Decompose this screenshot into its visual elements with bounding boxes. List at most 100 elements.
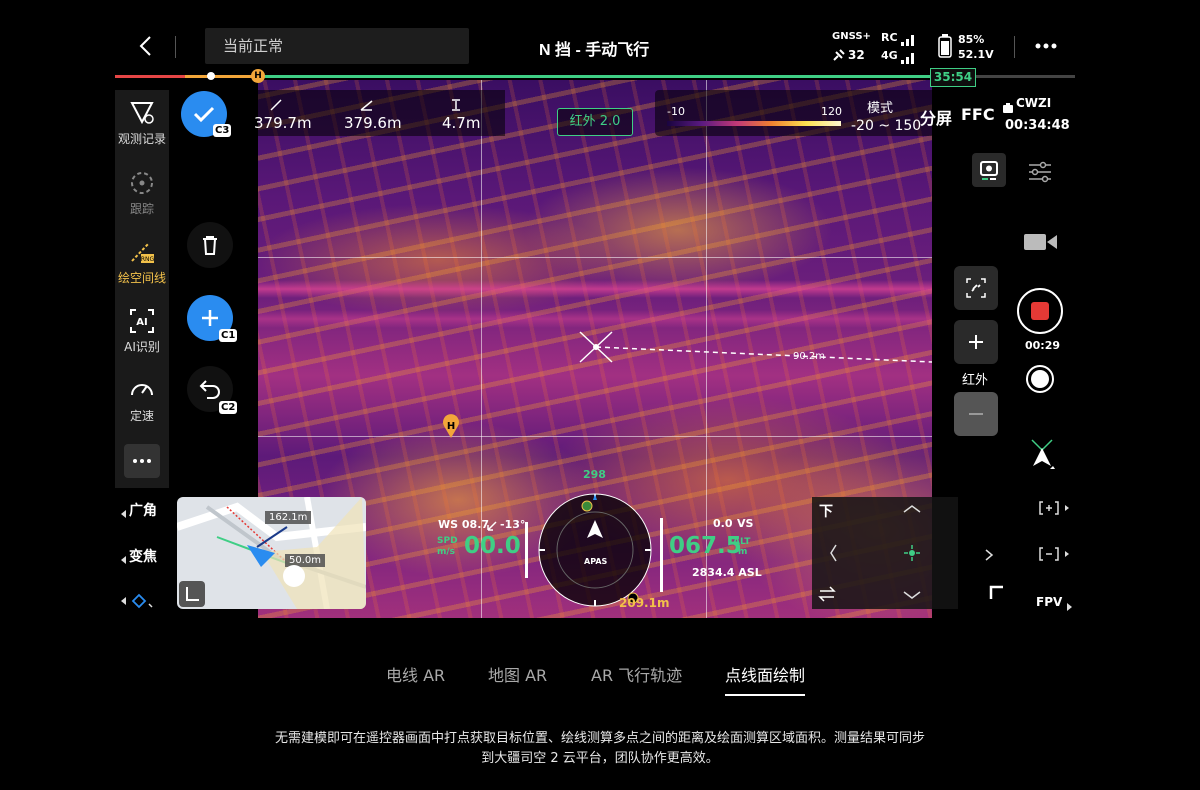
tool-label: 跟踪 <box>129 202 154 216</box>
palette-min: -10 <box>667 105 685 118</box>
record-stop-icon <box>1031 302 1049 320</box>
shortcut-chip-c3: C3 <box>213 124 232 137</box>
map-expand-button[interactable] <box>179 581 205 607</box>
tool-label: AI识别 <box>124 340 160 354</box>
horizontal-speed: 00.0 <box>464 533 521 559</box>
speed-label: SPD <box>437 536 458 546</box>
cwzi-label: CWZI <box>1016 96 1052 110</box>
more-menu-icon[interactable] <box>1035 38 1057 54</box>
grid-toggle-icon[interactable] <box>1038 498 1072 518</box>
wind-speed: WS 08.7 <box>438 518 490 531</box>
tracking-icon <box>131 172 153 194</box>
altitude-value: 067.5 <box>669 533 742 559</box>
video-mode-icon[interactable] <box>1023 231 1059 253</box>
temperature-range[interactable]: -20 ~ 150 <box>851 118 921 134</box>
capture-mode-icon <box>980 161 998 180</box>
lens-zoom-button[interactable]: 变焦 <box>129 546 157 566</box>
slant-distance-icon <box>360 96 374 111</box>
altitude-asl: 2834.4 ASL <box>692 566 762 579</box>
split-screen-button[interactable]: 分屏 <box>920 105 952 129</box>
palette-color-bar <box>667 121 841 126</box>
altitude-label: ALT <box>733 537 751 547</box>
divider <box>175 36 176 58</box>
nav-arrows <box>818 505 921 602</box>
tool-tracking[interactable]: 跟踪 <box>115 170 169 217</box>
vertical-speed: 0.0 <box>713 517 733 530</box>
shortcut-chip-c2: C2 <box>219 401 238 414</box>
controller-screen: 90.2m H 当前正常 N 挡 - 手动飞行 GNSS+ 32 RC 4G 8… <box>115 28 1075 618</box>
link-zoom-button[interactable] <box>954 266 998 310</box>
battery-icon <box>938 34 952 58</box>
gnss-label: GNSS+ <box>832 31 871 42</box>
record-time: 00:29 <box>1025 339 1061 352</box>
camera-lens-icon[interactable] <box>119 592 159 610</box>
tab-ar-flight-path[interactable]: AR 飞行轨迹 <box>591 662 682 686</box>
fpv-arrow-icon <box>1066 597 1074 611</box>
tool-observation-record[interactable]: 观测记录 <box>115 100 169 147</box>
left-tool-panel <box>115 90 169 488</box>
tab-map-ar[interactable]: 地图 AR <box>488 662 547 686</box>
feature-description: 无需建模即可在遥控器画面中打点获取目标位置、绘线测算多点之间的距离及绘面测算区域… <box>230 729 970 769</box>
tab-point-line-area[interactable]: 点线面绘制 <box>725 662 806 696</box>
horizontal-distance-icon <box>270 96 282 111</box>
gimbal-direction-icon[interactable] <box>1028 436 1056 470</box>
battery-progress-remaining <box>260 75 935 78</box>
zoom-mode-label: 红外 <box>962 373 989 388</box>
tool-cruise-speed[interactable]: 定速 <box>115 377 169 424</box>
shutter-icon <box>1031 370 1049 388</box>
more-tools-button[interactable] <box>124 444 160 478</box>
flight-mode-title: N 挡 - 手动飞行 <box>539 42 650 59</box>
description-line-1: 无需建模即可在遥控器画面中打点获取目标位置、绘线测算多点之间的距离及绘面测算区域… <box>274 731 925 746</box>
expand-icon <box>186 587 199 601</box>
divider <box>1014 36 1015 58</box>
delete-button[interactable] <box>187 222 233 268</box>
zoom-out-button[interactable] <box>954 392 998 436</box>
navigation-pad[interactable]: 下 <box>812 497 994 609</box>
battery-progress-rth <box>185 75 260 78</box>
thermal-mode-badge[interactable]: 红外 2.0 <box>557 108 633 136</box>
horizontal-distance-value: 379.7m <box>254 114 312 132</box>
palette-max: 120 <box>821 105 842 118</box>
line-distance-label: 90.2m <box>793 351 826 362</box>
remaining-flight-time: 35:54 <box>930 68 976 87</box>
zoom-in-button[interactable] <box>954 320 998 364</box>
altitude-unit: m <box>738 547 748 557</box>
battery-voltage: 52.1V <box>958 48 994 61</box>
tool-label: 观测记录 <box>117 132 166 146</box>
satellite-icon <box>832 47 846 61</box>
height-diff-value: 4.7m <box>442 114 481 132</box>
compass-attitude-ball[interactable] <box>535 490 655 610</box>
network-signal-icon <box>900 49 916 64</box>
plus-icon <box>202 310 218 326</box>
svg-text:H: H <box>447 421 455 432</box>
shortcut-chip-c1: C1 <box>219 329 238 342</box>
shutter-button[interactable] <box>1026 365 1054 393</box>
tool-ai-recognition[interactable]: AI AI识别 <box>115 308 169 355</box>
tool-label: 绘空间线 <box>117 271 166 285</box>
status-indicator[interactable]: 当前正常 <box>205 28 469 64</box>
ai-recognition-icon: AI <box>130 309 154 333</box>
gnss-count: 32 <box>848 48 865 62</box>
rc-signal-icon <box>900 31 916 46</box>
plus-icon <box>969 335 983 349</box>
cwzi-time: 00:34:48 <box>1005 118 1070 133</box>
mini-map[interactable]: 162.1m 50.0m <box>177 497 366 609</box>
fpv-button[interactable]: FPV <box>1036 595 1062 609</box>
nav-right-icon[interactable] <box>984 547 994 561</box>
description-line-2: 到大疆司空 2 云平台，团队协作更高效。 <box>481 751 719 766</box>
home-point-marker[interactable]: H <box>441 414 461 438</box>
exposure-toggle-icon[interactable] <box>1038 544 1072 564</box>
photo-capture-button[interactable] <box>972 153 1006 187</box>
wind-angle: -13° <box>500 518 526 531</box>
lens-zoom-arrow-icon <box>119 550 127 564</box>
lens-wide-button[interactable]: 广角 <box>129 500 157 520</box>
height-diff-icon <box>451 96 461 111</box>
check-icon <box>193 106 215 123</box>
range-line-icon: RNG <box>131 242 155 263</box>
back-icon[interactable] <box>135 33 157 59</box>
ffc-button[interactable]: FFC <box>961 105 995 124</box>
tool-draw-line[interactable]: RNG 绘空间线 <box>115 239 169 286</box>
tab-powerline-ar[interactable]: 电线 AR <box>386 662 445 686</box>
settings-sliders-icon[interactable] <box>1027 161 1053 183</box>
record-button[interactable] <box>1017 288 1063 334</box>
